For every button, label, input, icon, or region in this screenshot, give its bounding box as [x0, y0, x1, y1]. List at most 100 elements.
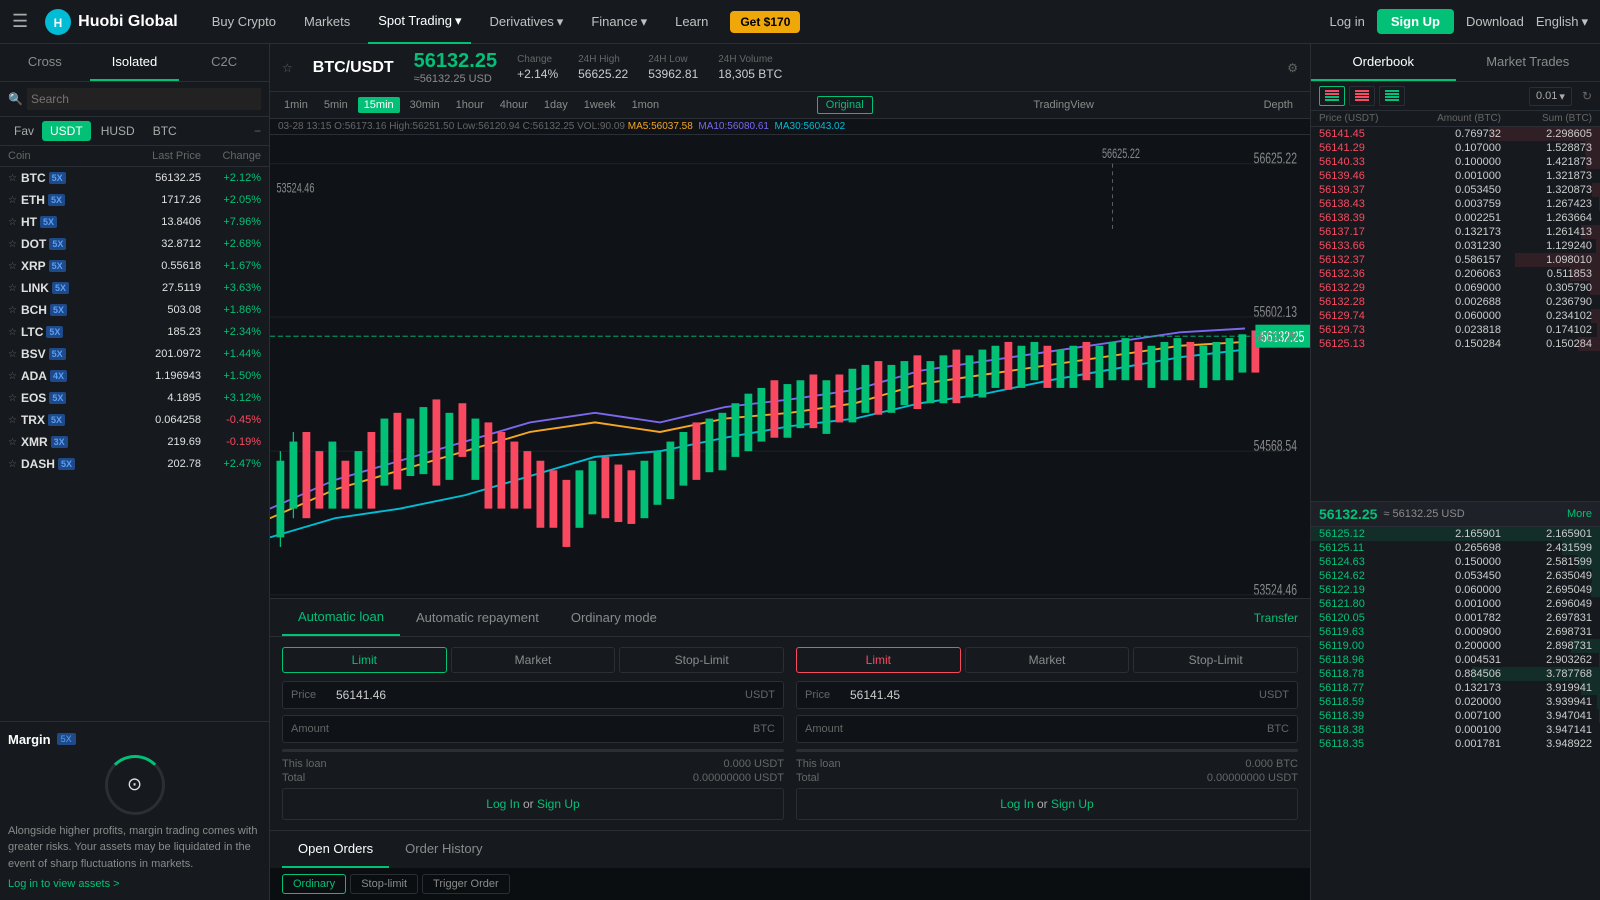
- table-row[interactable]: 56139.37 0.053450 1.320873: [1311, 183, 1600, 197]
- table-row[interactable]: 56121.80 0.001000 2.696049: [1311, 597, 1600, 611]
- table-row[interactable]: 56133.66 0.031230 1.129240: [1311, 239, 1600, 253]
- sell-tab-limit[interactable]: Limit: [796, 647, 961, 673]
- table-row[interactable]: 56139.46 0.001000 1.321873: [1311, 169, 1600, 183]
- list-item[interactable]: ☆ EOS 5X 4.1895 +3.12%: [0, 387, 269, 409]
- list-item[interactable]: ☆ BCH 5X 503.08 +1.86%: [0, 299, 269, 321]
- time-15min[interactable]: 15min: [358, 97, 400, 113]
- list-item[interactable]: ☆ TRX 5X 0.064258 -0.45%: [0, 409, 269, 431]
- btc-star-icon[interactable]: ☆: [282, 61, 293, 75]
- list-item[interactable]: ☆ BTC 5X 56132.25 +2.12%: [0, 167, 269, 189]
- tab-ordinary-mode[interactable]: Ordinary mode: [555, 600, 673, 635]
- table-row[interactable]: 56119.00 0.200000 2.898731: [1311, 639, 1600, 653]
- sell-login-row[interactable]: Log In or Sign Up: [796, 788, 1298, 820]
- nav-learn[interactable]: Learn: [665, 0, 718, 44]
- margin-link[interactable]: Log in to view assets >: [8, 878, 261, 890]
- filter-ordinary[interactable]: Ordinary: [282, 874, 346, 894]
- minus-icon[interactable]: −: [254, 124, 261, 138]
- table-row[interactable]: 56129.74 0.060000 0.234102: [1311, 309, 1600, 323]
- sell-slider[interactable]: [796, 749, 1298, 752]
- sell-login-link[interactable]: Log In: [1000, 797, 1033, 811]
- buy-slider[interactable]: [282, 749, 784, 752]
- table-row[interactable]: 56118.39 0.007100 3.947041: [1311, 709, 1600, 723]
- table-row[interactable]: 56137.17 0.132173 1.261413: [1311, 225, 1600, 239]
- settings-icon[interactable]: ⚙: [1287, 61, 1298, 75]
- table-row[interactable]: 56132.28 0.002688 0.236790: [1311, 295, 1600, 309]
- search-input[interactable]: [27, 88, 261, 110]
- ob-more-button[interactable]: More: [1567, 508, 1592, 520]
- ob-refresh-icon[interactable]: ↻: [1582, 89, 1592, 103]
- filter-trigger-order[interactable]: Trigger Order: [422, 874, 510, 894]
- ob-view-both[interactable]: [1319, 86, 1345, 106]
- buy-tab-limit[interactable]: Limit: [282, 647, 447, 673]
- buy-amount-input[interactable]: [336, 722, 753, 736]
- table-row[interactable]: 56138.43 0.003759 1.267423: [1311, 197, 1600, 211]
- bottom-tab-open-orders[interactable]: Open Orders: [282, 831, 389, 868]
- table-row[interactable]: 56132.29 0.069000 0.305790: [1311, 281, 1600, 295]
- table-row[interactable]: 56118.96 0.004531 2.903262: [1311, 653, 1600, 667]
- tab-c2c[interactable]: C2C: [179, 44, 269, 81]
- sell-amount-input[interactable]: [850, 722, 1267, 736]
- table-row[interactable]: 56132.36 0.206063 0.511853: [1311, 267, 1600, 281]
- currency-btc[interactable]: BTC: [145, 121, 185, 141]
- nav-spot-trading[interactable]: Spot Trading ▾: [368, 0, 471, 44]
- download-button[interactable]: Download: [1466, 14, 1524, 29]
- table-row[interactable]: 56120.05 0.001782 2.697831: [1311, 611, 1600, 625]
- chart-type-tradingview[interactable]: TradingView: [1024, 96, 1103, 114]
- filter-stop-limit[interactable]: Stop-limit: [350, 874, 418, 894]
- list-item[interactable]: ☆ BSV 5X 201.0972 +1.44%: [0, 343, 269, 365]
- table-row[interactable]: 56118.78 0.884506 3.787768: [1311, 667, 1600, 681]
- list-item[interactable]: ☆ LTC 5X 185.23 +2.34%: [0, 321, 269, 343]
- sell-tab-market[interactable]: Market: [965, 647, 1130, 673]
- table-row[interactable]: 56138.39 0.002251 1.263664: [1311, 211, 1600, 225]
- tab-cross[interactable]: Cross: [0, 44, 90, 81]
- list-item[interactable]: ☆ DASH 5X 202.78 +2.47%: [0, 453, 269, 475]
- time-1week[interactable]: 1week: [578, 97, 622, 113]
- ob-precision-selector[interactable]: 0.01 ▾: [1529, 87, 1572, 106]
- signup-button[interactable]: Sign Up: [1377, 9, 1454, 34]
- nav-markets[interactable]: Markets: [294, 0, 360, 44]
- buy-login-row[interactable]: Log In or Sign Up: [282, 788, 784, 820]
- ob-view-sells[interactable]: [1349, 86, 1375, 106]
- list-item[interactable]: ☆ LINK 5X 27.5119 +3.63%: [0, 277, 269, 299]
- buy-price-input[interactable]: [336, 688, 745, 702]
- tab-auto-repayment[interactable]: Automatic repayment: [400, 600, 555, 635]
- buy-tab-stop-limit[interactable]: Stop-Limit: [619, 647, 784, 673]
- nav-finance[interactable]: Finance ▾: [581, 0, 657, 44]
- table-row[interactable]: 56132.37 0.586157 1.098010: [1311, 253, 1600, 267]
- sell-tab-stop-limit[interactable]: Stop-Limit: [1133, 647, 1298, 673]
- table-row[interactable]: 56140.33 0.100000 1.421873: [1311, 155, 1600, 169]
- hamburger-icon[interactable]: ☰: [12, 11, 28, 32]
- time-5min[interactable]: 5min: [318, 97, 354, 113]
- time-1mon[interactable]: 1mon: [626, 97, 666, 113]
- table-row[interactable]: 56124.62 0.053450 2.635049: [1311, 569, 1600, 583]
- logo[interactable]: H Huobi Global: [44, 8, 178, 36]
- buy-tab-market[interactable]: Market: [451, 647, 616, 673]
- bottom-tab-order-history[interactable]: Order History: [389, 831, 498, 868]
- table-row[interactable]: 56125.12 2.165901 2.165901: [1311, 527, 1600, 541]
- buy-login-link[interactable]: Log In: [486, 797, 519, 811]
- table-row[interactable]: 56124.63 0.150000 2.581599: [1311, 555, 1600, 569]
- language-button[interactable]: English ▾: [1536, 14, 1588, 30]
- table-row[interactable]: 56141.45 0.769732 2.298605: [1311, 127, 1600, 141]
- list-item[interactable]: ☆ HT 5X 13.8406 +7.96%: [0, 211, 269, 233]
- table-row[interactable]: 56125.11 0.265698 2.431599: [1311, 541, 1600, 555]
- tab-auto-loan[interactable]: Automatic loan: [282, 599, 400, 636]
- time-1hour[interactable]: 1hour: [450, 97, 490, 113]
- sell-signup-link[interactable]: Sign Up: [1051, 797, 1094, 811]
- nav-buy-crypto[interactable]: Buy Crypto: [202, 0, 286, 44]
- time-1day[interactable]: 1day: [538, 97, 574, 113]
- table-row[interactable]: 56122.19 0.060000 2.695049: [1311, 583, 1600, 597]
- list-item[interactable]: ☆ DOT 5X 32.8712 +2.68%: [0, 233, 269, 255]
- table-row[interactable]: 56118.59 0.020000 3.939941: [1311, 695, 1600, 709]
- list-item[interactable]: ☆ XRP 5X 0.55618 +1.67%: [0, 255, 269, 277]
- time-1min[interactable]: 1min: [278, 97, 314, 113]
- list-item[interactable]: ☆ XMR 3X 219.69 -0.19%: [0, 431, 269, 453]
- chart-type-original[interactable]: Original: [817, 96, 873, 114]
- tab-orderbook[interactable]: Orderbook: [1311, 44, 1456, 81]
- table-row[interactable]: 56118.38 0.000100 3.947141: [1311, 723, 1600, 737]
- tab-market-trades[interactable]: Market Trades: [1456, 44, 1600, 81]
- chart-type-depth[interactable]: Depth: [1255, 96, 1302, 114]
- ob-view-buys[interactable]: [1379, 86, 1405, 106]
- table-row[interactable]: 56129.73 0.023818 0.174102: [1311, 323, 1600, 337]
- table-row[interactable]: 56141.29 0.107000 1.528873: [1311, 141, 1600, 155]
